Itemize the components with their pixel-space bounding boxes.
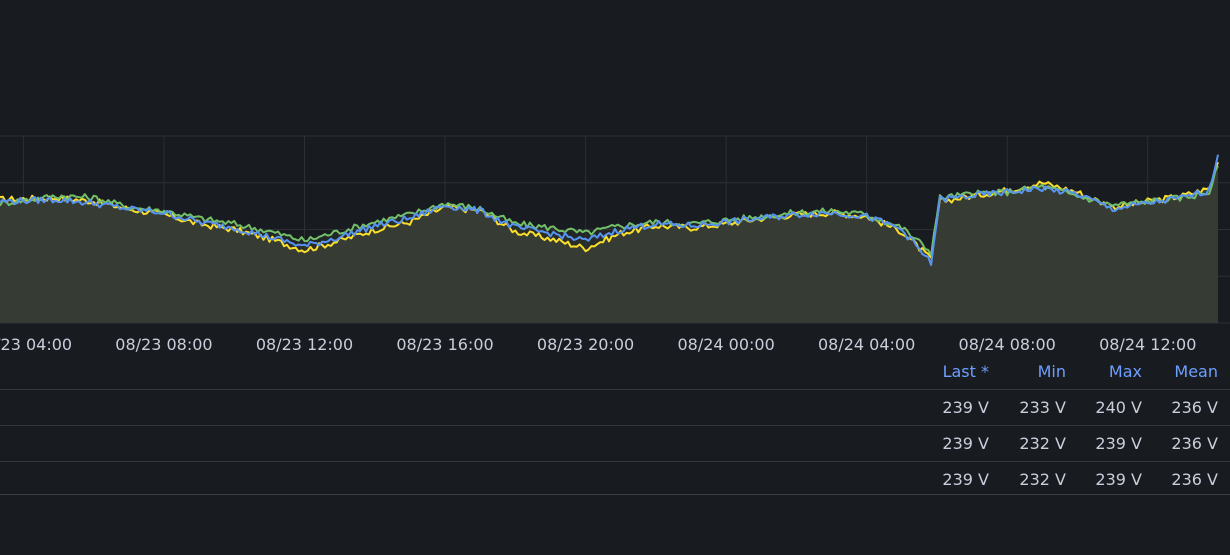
- legend-cell-mean: 236 V: [1171, 398, 1218, 417]
- legend-cell-last: 239 V: [942, 470, 989, 489]
- x-tick-label: 08/23 08:00: [115, 335, 212, 354]
- legend-cell-last: 239 V: [942, 434, 989, 453]
- legend-header-last[interactable]: Last *: [943, 362, 989, 384]
- legend-cell-min: 232 V: [1019, 434, 1066, 453]
- legend-header-mean[interactable]: Mean: [1174, 362, 1218, 384]
- x-axis-ticks: 08/23 04:00 08/23 08:00 08/23 12:00 08/23 1…: [0, 335, 1196, 354]
- x-tick-label: 08/24 04:00: [818, 335, 915, 354]
- series-area: [0, 154, 1218, 323]
- legend-cell-min: 233 V: [1019, 398, 1066, 417]
- legend-cell-mean: 236 V: [1171, 434, 1218, 453]
- legend-cell-min: 232 V: [1019, 470, 1066, 489]
- legend-cell-mean: 236 V: [1171, 470, 1218, 489]
- legend-cell-max: 239 V: [1095, 434, 1142, 453]
- x-tick-label: 08/23 20:00: [537, 335, 634, 354]
- x-tick-label: 08/24 08:00: [959, 335, 1056, 354]
- legend-header-min[interactable]: Min: [1038, 362, 1066, 384]
- legend-table: Last * Min Max Mean 239 V 233 V 240 V 23…: [0, 354, 1230, 495]
- area-fill: [0, 154, 1218, 323]
- x-tick-label: 08/23 16:00: [396, 335, 493, 354]
- chart-svg[interactable]: 08/23 04:00 08/23 08:00 08/23 12:00 08/23 1…: [0, 0, 1230, 360]
- time-series-chart[interactable]: 08/23 04:00 08/23 08:00 08/23 12:00 08/23 1…: [0, 0, 1230, 360]
- legend-header-max[interactable]: Max: [1109, 362, 1142, 384]
- legend-row[interactable]: 239 V 233 V 240 V 236 V: [0, 389, 1230, 426]
- x-tick-label: 08/23 04:00: [0, 335, 72, 354]
- legend-row[interactable]: 239 V 232 V 239 V 236 V: [0, 461, 1230, 494]
- legend-cell-max: 239 V: [1095, 470, 1142, 489]
- legend-row[interactable]: 239 V 232 V 239 V 236 V: [0, 425, 1230, 462]
- legend-cell-max: 240 V: [1095, 398, 1142, 417]
- x-tick-label: 08/24 00:00: [677, 335, 774, 354]
- x-tick-label: 08/24 12:00: [1099, 335, 1196, 354]
- legend-cell-last: 239 V: [942, 398, 989, 417]
- x-tick-label: 08/23 12:00: [256, 335, 353, 354]
